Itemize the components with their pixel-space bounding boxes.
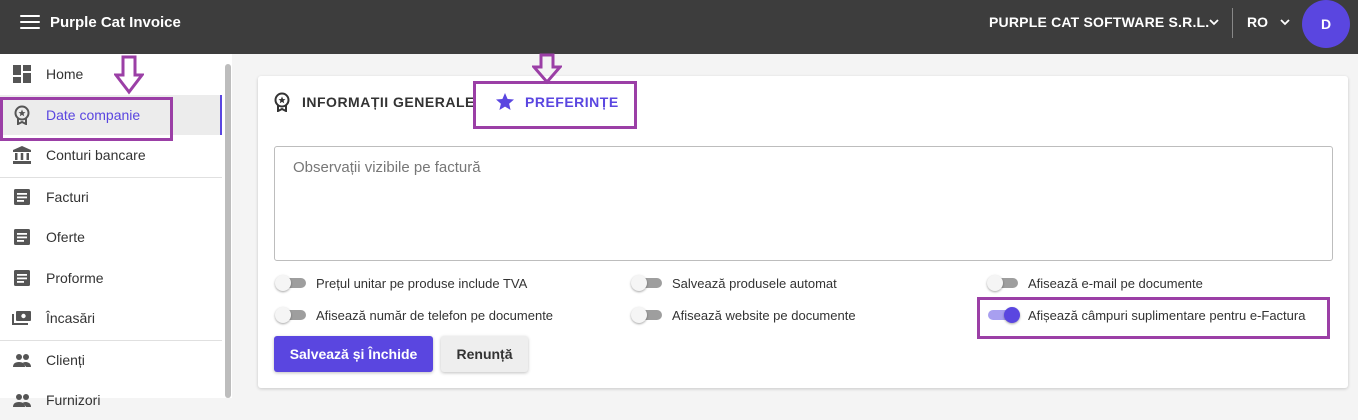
sidebar-item-label: Furnizori — [46, 392, 101, 408]
option-afiseaza-email[interactable]: Afisează e-mail pe documente — [987, 273, 1203, 293]
toggle-switch[interactable] — [987, 307, 1020, 323]
people-icon — [13, 354, 31, 367]
avatar[interactable]: D — [1302, 0, 1350, 48]
bank-icon — [13, 146, 31, 164]
app-title: Purple Cat Invoice — [50, 14, 181, 31]
chevron-down-icon[interactable] — [1277, 14, 1293, 30]
option-label: Afisează website pe documente — [672, 307, 856, 323]
option-label: Afisează număr de telefon pe documente — [316, 307, 554, 323]
header-divider — [1232, 8, 1233, 38]
tab-informatii-generale[interactable]: INFORMAȚII GENERALE — [272, 90, 475, 114]
toggle-switch[interactable] — [631, 307, 663, 323]
badge-icon — [274, 92, 290, 112]
cancel-button[interactable]: Renunță — [441, 336, 528, 372]
sidebar-item-facturi[interactable]: Facturi — [0, 177, 222, 217]
option-afiseaza-website[interactable]: Afisează website pe documente — [631, 305, 856, 325]
option-salveaza-produse[interactable]: Salvează produsele automat — [631, 273, 837, 293]
document-icon — [14, 229, 30, 245]
sidebar-item-home[interactable]: Home — [0, 54, 222, 94]
sidebar-item-conturi-bancare[interactable]: Conturi bancare — [0, 135, 222, 175]
sidebar-item-label: Clienți — [46, 352, 85, 368]
people-icon — [13, 394, 31, 407]
sidebar-item-label: Proforme — [46, 270, 104, 286]
sidebar-item-label: Conturi bancare — [46, 147, 146, 163]
dashboard-icon — [13, 65, 31, 83]
sidebar-item-proforme[interactable]: Proforme — [0, 258, 222, 298]
preferences-card: INFORMAȚII GENERALE PREFERINȚE Prețul un… — [258, 76, 1348, 388]
option-label: Afisează e-mail pe documente — [1028, 275, 1203, 291]
sidebar-item-clienti[interactable]: Clienți — [0, 340, 222, 380]
option-label: Prețul unitar pe produse include TVA — [316, 275, 528, 291]
sidebar: Home Date companie Conturi bancare Factu… — [0, 54, 232, 408]
language-selector[interactable]: RO — [1247, 14, 1268, 30]
sidebar-item-label: Date companie — [46, 107, 141, 123]
option-campuri-efactura[interactable]: Afișează câmpuri suplimentare pentru e-F… — [987, 305, 1305, 325]
hamburger-menu-icon[interactable] — [20, 15, 40, 31]
top-bar: Purple Cat Invoice PURPLE CAT SOFTWARE S… — [0, 0, 1358, 54]
payments-icon — [12, 311, 31, 325]
document-icon — [14, 189, 30, 205]
option-label: Afișează câmpuri suplimentare pentru e-F… — [1028, 307, 1306, 323]
toggle-switch[interactable] — [631, 275, 663, 291]
sidebar-item-label: Home — [46, 66, 84, 82]
company-selector[interactable]: PURPLE CAT SOFTWARE S.R.L. — [989, 14, 1209, 30]
chevron-down-icon[interactable] — [1206, 14, 1222, 30]
sidebar-item-oferte[interactable]: Oferte — [0, 217, 222, 257]
sidebar-scrollbar[interactable] — [225, 64, 231, 398]
sidebar-item-label: Oferte — [46, 229, 85, 245]
sidebar-item-label: Facturi — [46, 189, 89, 205]
sidebar-item-label: Încasări — [46, 310, 96, 326]
option-label: Salvează produsele automat — [672, 275, 837, 291]
sidebar-item-incasari[interactable]: Încasări — [0, 298, 222, 338]
option-afiseaza-telefon[interactable]: Afisează număr de telefon pe documente — [275, 305, 553, 325]
sidebar-item-furnizori[interactable]: Furnizori — [0, 380, 222, 420]
save-close-button[interactable]: Salvează și Închide — [274, 336, 433, 372]
toggle-switch[interactable] — [275, 275, 307, 291]
notes-textarea[interactable] — [274, 146, 1333, 261]
toggle-switch[interactable] — [275, 307, 307, 323]
tab-preferinte[interactable]: PREFERINȚE — [495, 90, 619, 114]
badge-icon — [14, 105, 30, 125]
tab-label: INFORMAȚII GENERALE — [302, 94, 475, 110]
sidebar-item-date-companie[interactable]: Date companie — [0, 95, 222, 135]
option-pret-include-tva[interactable]: Prețul unitar pe produse include TVA — [275, 273, 527, 293]
document-icon — [14, 270, 30, 286]
star-icon — [496, 93, 514, 110]
toggle-switch[interactable] — [987, 275, 1019, 291]
tab-label: PREFERINȚE — [525, 94, 619, 110]
